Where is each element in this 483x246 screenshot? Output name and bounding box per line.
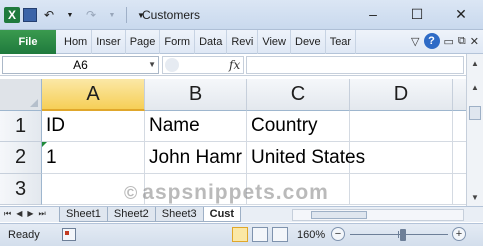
status-ready: Ready <box>8 229 40 241</box>
copyright-symbol: © <box>124 183 139 203</box>
prev-sheet-icon[interactable]: ◀ <box>16 209 22 219</box>
formula-collapse-icon[interactable]: ▲ <box>468 56 482 70</box>
vertical-scroll-thumb[interactable] <box>469 106 481 120</box>
error-indicator-icon <box>42 142 47 147</box>
redo-icon[interactable]: ↷ <box>82 6 100 24</box>
workbook-restore-icon[interactable]: ⧉ <box>458 35 466 48</box>
cell-e2[interactable] <box>453 142 466 174</box>
column-header-d[interactable]: D <box>350 79 453 111</box>
title-bar: X ↶ ▼ ↷ ▼ ▼ Customers – ☐ ✕ <box>0 0 483 30</box>
zoom-slider-midmark <box>398 231 399 238</box>
sheet-tab-bar: ⏮ ◀ ▶ ⏭ Sheet1 Sheet2 Sheet3 Cust <box>0 206 483 222</box>
column-header-b[interactable]: B <box>145 79 247 111</box>
first-sheet-icon[interactable]: ⏮ <box>4 209 11 219</box>
select-all-corner[interactable] <box>0 79 42 111</box>
insert-function-icon[interactable]: fx <box>229 58 240 72</box>
vertical-scrollbar[interactable]: ▲ ▲ ▼ <box>466 54 483 206</box>
formula-input[interactable] <box>246 56 464 74</box>
horizontal-scroll-thumb[interactable] <box>311 211 367 219</box>
column-header-e[interactable] <box>453 79 466 111</box>
window-title: Customers <box>142 8 201 22</box>
formula-bar-grip-icon[interactable] <box>165 58 179 72</box>
tab-formulas[interactable]: Form <box>160 30 196 54</box>
next-sheet-icon[interactable]: ▶ <box>27 209 33 219</box>
workbook-close-icon[interactable]: ✕ <box>470 35 479 48</box>
zoom-slider-track[interactable] <box>350 234 448 235</box>
cell-e1[interactable] <box>453 111 466 142</box>
tab-team[interactable]: Tear <box>326 30 357 54</box>
save-icon[interactable] <box>23 8 37 22</box>
row-header-1[interactable]: 1 <box>0 111 42 142</box>
zoom-level[interactable]: 160% <box>297 229 325 241</box>
sheet-tab-sheet3[interactable]: Sheet3 <box>154 207 204 222</box>
name-box-dropdown-icon[interactable]: ▼ <box>148 60 156 69</box>
cell-b2[interactable]: John Hamr <box>145 142 247 174</box>
cell-a1[interactable]: ID <box>42 111 145 142</box>
cell-a2[interactable]: 1 <box>42 142 145 174</box>
name-box[interactable]: A6 ▼ <box>2 56 159 74</box>
file-tab[interactable]: File <box>0 30 56 54</box>
view-buttons <box>232 227 288 242</box>
cell-c1[interactable]: Country <box>247 111 350 142</box>
row-header-2[interactable]: 2 <box>0 142 42 174</box>
scroll-down-icon[interactable]: ▼ <box>468 190 482 204</box>
macro-recording-icon[interactable] <box>62 228 76 241</box>
tab-view[interactable]: View <box>258 30 291 54</box>
row-header-3[interactable]: 3 <box>0 174 42 205</box>
name-box-value: A6 <box>73 58 88 72</box>
sheet-tab-sheet1[interactable]: Sheet1 <box>59 207 108 222</box>
watermark-text: aspsnippets.com <box>142 181 329 204</box>
ribbon-tabs: Hom Inser Page Form Data Revi View Deve … <box>60 30 357 54</box>
page-layout-view-icon[interactable] <box>252 227 268 242</box>
excel-logo-icon[interactable]: X <box>4 7 20 23</box>
horizontal-scrollbar[interactable] <box>292 209 464 221</box>
ribbon-right-controls: ▽ ? ▭ ⧉ ✕ <box>411 33 479 49</box>
zoom-slider-thumb[interactable] <box>400 229 406 241</box>
undo-dropdown-icon[interactable]: ▼ <box>61 6 79 24</box>
tab-review[interactable]: Revi <box>227 30 259 54</box>
scroll-up-icon[interactable]: ▲ <box>468 80 482 94</box>
redo-dropdown-icon[interactable]: ▼ <box>103 6 121 24</box>
quick-access-toolbar: X ↶ ▼ ↷ ▼ ▼ <box>4 6 150 24</box>
sheet-navigation: ⏮ ◀ ▶ ⏭ <box>4 209 46 219</box>
cell-a2-value: 1 <box>46 146 57 168</box>
status-bar: Ready 160% − + <box>0 223 483 246</box>
tab-page-layout[interactable]: Page <box>126 30 161 54</box>
cell-c2[interactable]: United States <box>247 142 365 174</box>
workbook-minimize-icon[interactable]: ▭ <box>444 35 454 48</box>
page-break-preview-icon[interactable] <box>272 227 288 242</box>
cell-b1[interactable]: Name <box>145 111 247 142</box>
undo-icon[interactable]: ↶ <box>40 6 58 24</box>
tab-insert[interactable]: Inser <box>92 30 126 54</box>
formula-bar: A6 ▼ fx ▼ <box>0 54 483 76</box>
normal-view-icon[interactable] <box>232 227 248 242</box>
cell-d1[interactable] <box>350 111 453 142</box>
sheet-tab-customers[interactable]: Cust <box>202 207 242 222</box>
cell-d2[interactable] <box>350 142 453 174</box>
watermark: © aspsnippets.com <box>124 181 329 205</box>
close-button[interactable]: ✕ <box>439 0 483 28</box>
last-sheet-icon[interactable]: ⏭ <box>39 209 46 219</box>
tab-home[interactable]: Hom <box>60 30 93 54</box>
tab-developer[interactable]: Deve <box>291 30 326 54</box>
formula-tools: fx <box>162 56 244 74</box>
cell-d3[interactable] <box>350 174 453 205</box>
cell-e3[interactable] <box>453 174 466 205</box>
column-header-c[interactable]: C <box>247 79 350 111</box>
sheet-tab-sheet2[interactable]: Sheet2 <box>106 207 156 222</box>
help-icon[interactable]: ? <box>423 33 440 49</box>
maximize-button[interactable]: ☐ <box>395 0 439 28</box>
qat-separator <box>126 7 127 23</box>
zoom-out-button[interactable]: − <box>331 227 345 241</box>
zoom-in-button[interactable]: + <box>452 227 466 241</box>
column-header-a[interactable]: A <box>42 79 145 111</box>
ribbon-tab-bar: File Hom Inser Page Form Data Revi View … <box>0 30 483 54</box>
tab-data[interactable]: Data <box>195 30 228 54</box>
minimize-ribbon-icon[interactable]: ▽ <box>411 35 419 48</box>
sheet-tabs: Sheet1 Sheet2 Sheet3 Cust <box>59 207 242 222</box>
window-controls: – ☐ ✕ <box>351 0 483 28</box>
minimize-button[interactable]: – <box>351 0 395 28</box>
